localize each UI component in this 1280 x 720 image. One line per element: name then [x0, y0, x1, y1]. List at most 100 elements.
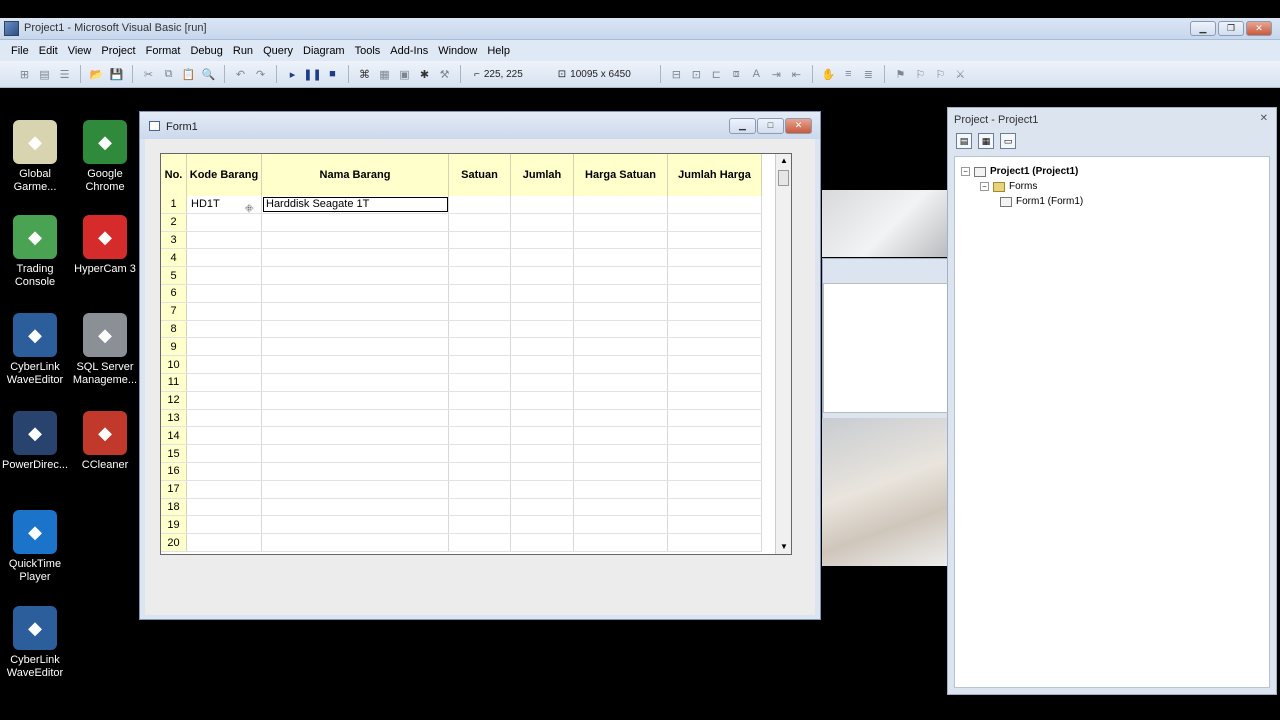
- grid-cell[interactable]: [262, 249, 449, 267]
- menu-file[interactable]: File: [6, 45, 34, 57]
- minimize-button[interactable]: ▁: [729, 118, 756, 134]
- grid-cell[interactable]: [668, 534, 762, 551]
- grid-cell[interactable]: [511, 373, 574, 391]
- grid-cell[interactable]: [262, 498, 449, 516]
- grid-cell[interactable]: [262, 516, 449, 534]
- copy-icon[interactable]: ⧉: [160, 66, 177, 83]
- grid-cell[interactable]: [668, 373, 762, 391]
- center-icon[interactable]: ⊡: [688, 66, 705, 83]
- view-code-icon[interactable]: ▤: [956, 133, 972, 149]
- grid-cell[interactable]: [449, 356, 511, 373]
- grid-cell[interactable]: [187, 391, 262, 409]
- grid-cell[interactable]: [668, 356, 762, 373]
- grid-cell[interactable]: [668, 338, 762, 356]
- grid-cell[interactable]: [668, 249, 762, 267]
- grid-cell[interactable]: [449, 409, 511, 427]
- tree-node[interactable]: − Forms: [980, 181, 1037, 192]
- menu-view[interactable]: View: [63, 45, 97, 57]
- comment-icon[interactable]: ≡: [840, 66, 857, 83]
- grid-cell[interactable]: [262, 320, 449, 338]
- grid-cell[interactable]: [449, 338, 511, 356]
- grid-cell[interactable]: [668, 445, 762, 462]
- toggle-folders-icon[interactable]: ▭: [1000, 133, 1016, 149]
- menu-help[interactable]: Help: [482, 45, 515, 57]
- grid-cell[interactable]: [668, 427, 762, 445]
- break-icon[interactable]: ❚❚: [303, 66, 321, 83]
- grid-cell[interactable]: [511, 267, 574, 284]
- grid-cell[interactable]: [574, 445, 668, 462]
- grid-cell[interactable]: Harddisk Seagate 1T: [262, 196, 449, 213]
- grid-cell[interactable]: [668, 498, 762, 516]
- grid-cell[interactable]: [262, 356, 449, 373]
- grid-cell[interactable]: [574, 498, 668, 516]
- tree-node[interactable]: − Project1 (Project1): [961, 166, 1078, 177]
- properties-window-icon[interactable]: ▦: [376, 66, 393, 83]
- grid-cell[interactable]: [262, 231, 449, 249]
- grid-cell[interactable]: [449, 480, 511, 498]
- start-icon[interactable]: ▸: [284, 66, 301, 83]
- make-same-size-icon[interactable]: ⊏: [708, 66, 725, 83]
- menu-diagram[interactable]: Diagram: [298, 45, 350, 57]
- minimize-button[interactable]: ▁: [1190, 21, 1216, 36]
- form-layout-icon[interactable]: ▣: [396, 66, 413, 83]
- grid-cell[interactable]: [187, 480, 262, 498]
- desktop-shortcut[interactable]: ◆ HyperCam 3: [70, 215, 140, 276]
- close-button[interactable]: ✕: [1246, 21, 1272, 36]
- indent-icon[interactable]: ⇥: [768, 66, 785, 83]
- object-browser-icon[interactable]: ✱: [416, 66, 433, 83]
- desktop-shortcut[interactable]: ◆ Trading Console: [0, 215, 70, 289]
- grid-cell[interactable]: [262, 462, 449, 480]
- tree-node[interactable]: Form1 (Form1): [1000, 196, 1083, 207]
- menu-edit[interactable]: Edit: [34, 45, 63, 57]
- menu-editor-icon[interactable]: ☰: [56, 66, 73, 83]
- grid-cell[interactable]: [574, 284, 668, 302]
- grid-cell[interactable]: [449, 284, 511, 302]
- grid-cell[interactable]: [187, 356, 262, 373]
- grid-cell[interactable]: [449, 373, 511, 391]
- grid-cell[interactable]: [187, 409, 262, 427]
- grid-cell[interactable]: [574, 462, 668, 480]
- uncomment-icon[interactable]: ≣: [860, 66, 877, 83]
- font-icon[interactable]: A: [748, 66, 765, 83]
- grid-cell[interactable]: [449, 498, 511, 516]
- grid-cell[interactable]: [574, 231, 668, 249]
- hand-icon[interactable]: ✋: [820, 66, 837, 83]
- maximize-button[interactable]: □: [757, 118, 784, 134]
- grid-cell[interactable]: [511, 409, 574, 427]
- grid-cell[interactable]: [187, 320, 262, 338]
- grid-cell[interactable]: [187, 373, 262, 391]
- find-icon[interactable]: 🔍: [200, 66, 217, 83]
- close-icon[interactable]: ✕: [1260, 113, 1268, 124]
- grid-cell[interactable]: [574, 427, 668, 445]
- redo-icon[interactable]: ↷: [252, 66, 269, 83]
- grid-cell[interactable]: [511, 534, 574, 551]
- grid-cell[interactable]: [262, 338, 449, 356]
- project-explorer-icon[interactable]: ⌘: [356, 66, 373, 83]
- grid-cell[interactable]: [449, 391, 511, 409]
- grid-cell[interactable]: [449, 445, 511, 462]
- grid-cell[interactable]: [668, 516, 762, 534]
- grid-cell[interactable]: [574, 267, 668, 284]
- grid-cell[interactable]: [511, 445, 574, 462]
- desktop-shortcut[interactable]: ◆ PowerDirec...: [0, 411, 70, 472]
- menu-run[interactable]: Run: [228, 45, 258, 57]
- cut-icon[interactable]: ✂: [140, 66, 157, 83]
- grid-cell[interactable]: [574, 356, 668, 373]
- grid-cell[interactable]: [187, 249, 262, 267]
- grid-cell[interactable]: [449, 427, 511, 445]
- grid-cell[interactable]: [668, 462, 762, 480]
- grid-cell[interactable]: [511, 498, 574, 516]
- grid-cell[interactable]: [574, 302, 668, 320]
- bookmark-icon[interactable]: ⚑: [892, 66, 909, 83]
- clear-bookmarks-icon[interactable]: ⚔: [952, 66, 969, 83]
- grid-cell[interactable]: [187, 231, 262, 249]
- paste-icon[interactable]: 📋: [180, 66, 197, 83]
- tree-expander-icon[interactable]: −: [980, 182, 989, 191]
- grid-cell[interactable]: [574, 338, 668, 356]
- grid-cell[interactable]: [511, 196, 574, 213]
- grid-column-header[interactable]: Satuan: [449, 154, 511, 196]
- grid-column-header[interactable]: Nama Barang: [262, 154, 449, 196]
- grid-cell[interactable]: [511, 338, 574, 356]
- grid-cell[interactable]: [187, 302, 262, 320]
- grid-cell[interactable]: [262, 445, 449, 462]
